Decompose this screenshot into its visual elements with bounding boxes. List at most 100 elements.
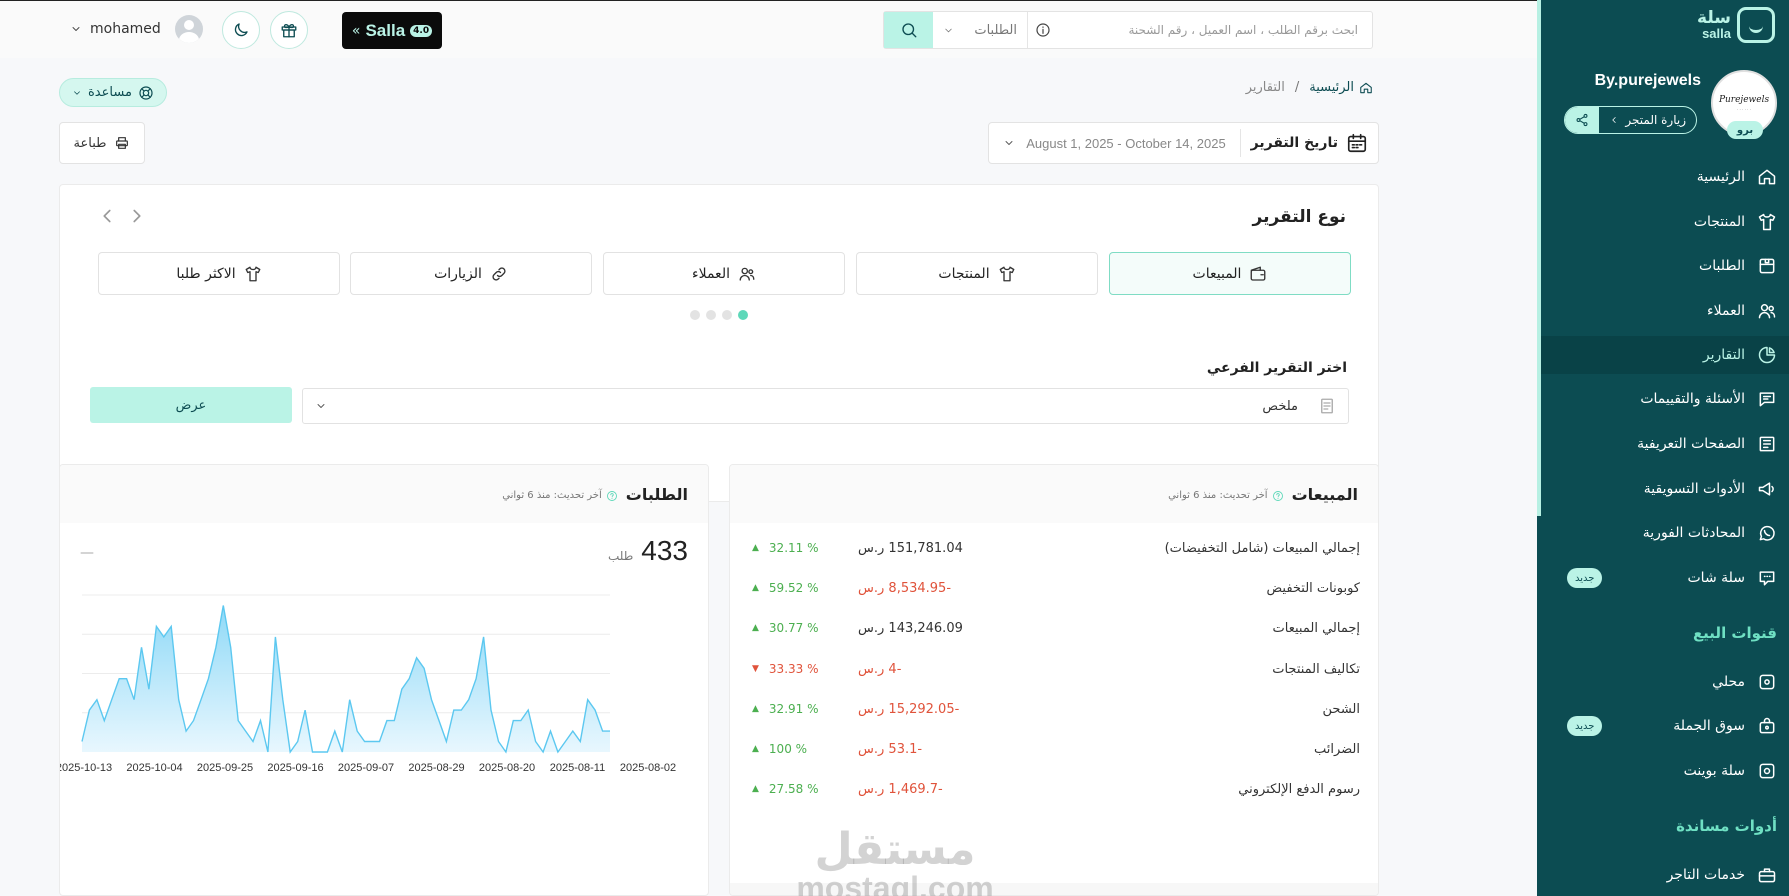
orders-data-point[interactable] — [442, 738, 450, 746]
search-button[interactable] — [884, 12, 933, 48]
orders-data-point[interactable] — [190, 717, 198, 725]
visit-store-button[interactable]: زيارة المتجر — [1564, 106, 1697, 134]
user-menu[interactable]: mohamed — [70, 15, 203, 43]
orders-data-point[interactable] — [249, 738, 257, 746]
sidebar-item-live-chat[interactable]: المحادثات الفورية — [1541, 514, 1789, 552]
sidebar-item-customers[interactable]: العملاء — [1541, 292, 1789, 330]
orders-data-point[interactable] — [472, 675, 480, 683]
report-type-sales[interactable]: المبيعات — [1109, 252, 1351, 295]
sidebar-item-wholesale[interactable]: سوق الجملة جديد — [1541, 707, 1789, 745]
orders-data-point[interactable] — [152, 622, 160, 630]
orders-data-point[interactable] — [494, 738, 502, 746]
orders-data-point[interactable] — [532, 738, 540, 746]
gift-button[interactable] — [270, 11, 308, 49]
sidebar-item-salla-chat[interactable]: سلة شات جديد — [1541, 559, 1789, 597]
orders-data-point[interactable] — [309, 748, 317, 756]
orders-data-point[interactable] — [517, 717, 525, 725]
sidebar-item-reviews[interactable]: الأسئلة والتقييمات — [1541, 380, 1789, 418]
sub-report-select[interactable]: ملخص — [302, 388, 1349, 424]
orders-data-point[interactable] — [413, 654, 421, 662]
orders-data-point[interactable] — [428, 696, 436, 704]
refresh-icon[interactable] — [1272, 490, 1284, 502]
orders-data-point[interactable] — [316, 748, 324, 756]
orders-data-point[interactable] — [123, 675, 131, 683]
orders-data-point[interactable] — [137, 643, 145, 651]
breadcrumb-home[interactable]: الرئيسية — [1309, 80, 1373, 95]
orders-data-point[interactable] — [108, 696, 116, 704]
sidebar-item-local[interactable]: محلي — [1541, 663, 1789, 701]
search-info[interactable] — [1028, 12, 1058, 48]
orders-data-point[interactable] — [227, 643, 235, 651]
orders-data-point[interactable] — [167, 622, 175, 630]
sidebar-item-salla-point[interactable]: سلة بوينت — [1541, 752, 1789, 790]
sidebar-item-orders[interactable]: الطلبات — [1541, 247, 1789, 285]
search-input[interactable] — [1058, 12, 1372, 48]
share-store-button[interactable] — [1565, 107, 1600, 133]
orders-data-point[interactable] — [145, 685, 153, 693]
orders-data-point[interactable] — [524, 706, 532, 714]
orders-data-point[interactable] — [509, 717, 517, 725]
orders-data-point[interactable] — [115, 675, 123, 683]
orders-data-point[interactable] — [204, 675, 212, 683]
orders-data-point[interactable] — [271, 633, 279, 641]
orders-data-point[interactable] — [398, 685, 406, 693]
orders-data-point[interactable] — [160, 633, 168, 641]
orders-data-point[interactable] — [301, 706, 309, 714]
sidebar-item-marketing[interactable]: الأدوات التسويقية — [1541, 470, 1789, 508]
sidebar-item-pages[interactable]: الصفحات التعريفية — [1541, 425, 1789, 463]
print-button[interactable]: طباعة — [59, 122, 145, 164]
orders-data-point[interactable] — [569, 727, 577, 735]
report-type-visits[interactable]: الزيارات — [350, 252, 592, 295]
orders-data-point[interactable] — [78, 738, 86, 746]
orders-data-point[interactable] — [331, 727, 339, 735]
orders-data-point[interactable] — [323, 748, 331, 756]
salla-logo[interactable]: سلة salla — [1697, 7, 1775, 43]
sidebar-item-reports[interactable]: التقارير — [1541, 336, 1789, 374]
carousel-prev-button[interactable] — [96, 205, 118, 227]
orders-data-point[interactable] — [197, 696, 205, 704]
orders-data-point[interactable] — [182, 727, 190, 735]
orders-data-point[interactable] — [175, 696, 183, 704]
orders-data-point[interactable] — [279, 696, 287, 704]
orders-data-point[interactable] — [100, 717, 108, 725]
sidebar-item-home[interactable]: الرئيسية — [1541, 158, 1789, 196]
orders-data-point[interactable] — [561, 738, 569, 746]
orders-data-point[interactable] — [242, 727, 250, 735]
carousel-dot[interactable] — [722, 310, 732, 320]
orders-data-point[interactable] — [487, 706, 495, 714]
orders-data-point[interactable] — [591, 706, 599, 714]
orders-data-point[interactable] — [450, 706, 458, 714]
orders-data-point[interactable] — [219, 601, 227, 609]
orders-data-point[interactable] — [212, 643, 220, 651]
search-scope-select[interactable]: الطلبات — [933, 12, 1028, 48]
carousel-next-button[interactable] — [126, 205, 148, 227]
sidebar-item-merchant-services[interactable]: خدمات التاجر — [1541, 856, 1789, 894]
orders-data-point[interactable] — [353, 727, 361, 735]
salla-version-badge[interactable]: « Salla 4.0 — [342, 12, 442, 49]
orders-data-point[interactable] — [584, 696, 592, 704]
orders-data-point[interactable] — [606, 727, 614, 735]
carousel-dot-active[interactable] — [738, 310, 748, 320]
date-range-select[interactable]: August 1, 2025 - October 14, 2025 — [989, 136, 1240, 151]
orders-data-point[interactable] — [547, 727, 555, 735]
orders-data-point[interactable] — [294, 738, 302, 746]
orders-data-point[interactable] — [465, 696, 473, 704]
dark-mode-button[interactable] — [222, 11, 260, 49]
orders-data-point[interactable] — [361, 738, 369, 746]
orders-data-point[interactable] — [338, 748, 346, 756]
orders-data-point[interactable] — [375, 738, 383, 746]
report-type-products[interactable]: المنتجات — [856, 252, 1098, 295]
report-type-best-sellers[interactable]: الاكثر طلبا — [98, 252, 340, 295]
orders-data-point[interactable] — [502, 748, 510, 756]
report-type-customers[interactable]: العملاء — [603, 252, 845, 295]
orders-data-point[interactable] — [480, 633, 488, 641]
carousel-dot[interactable] — [690, 310, 700, 320]
orders-data-point[interactable] — [85, 706, 93, 714]
orders-data-point[interactable] — [234, 717, 242, 725]
orders-data-point[interactable] — [93, 696, 101, 704]
orders-data-point[interactable] — [457, 706, 465, 714]
orders-data-point[interactable] — [264, 748, 272, 756]
orders-data-point[interactable] — [405, 675, 413, 683]
orders-data-point[interactable] — [390, 717, 398, 725]
orders-data-point[interactable] — [256, 717, 264, 725]
